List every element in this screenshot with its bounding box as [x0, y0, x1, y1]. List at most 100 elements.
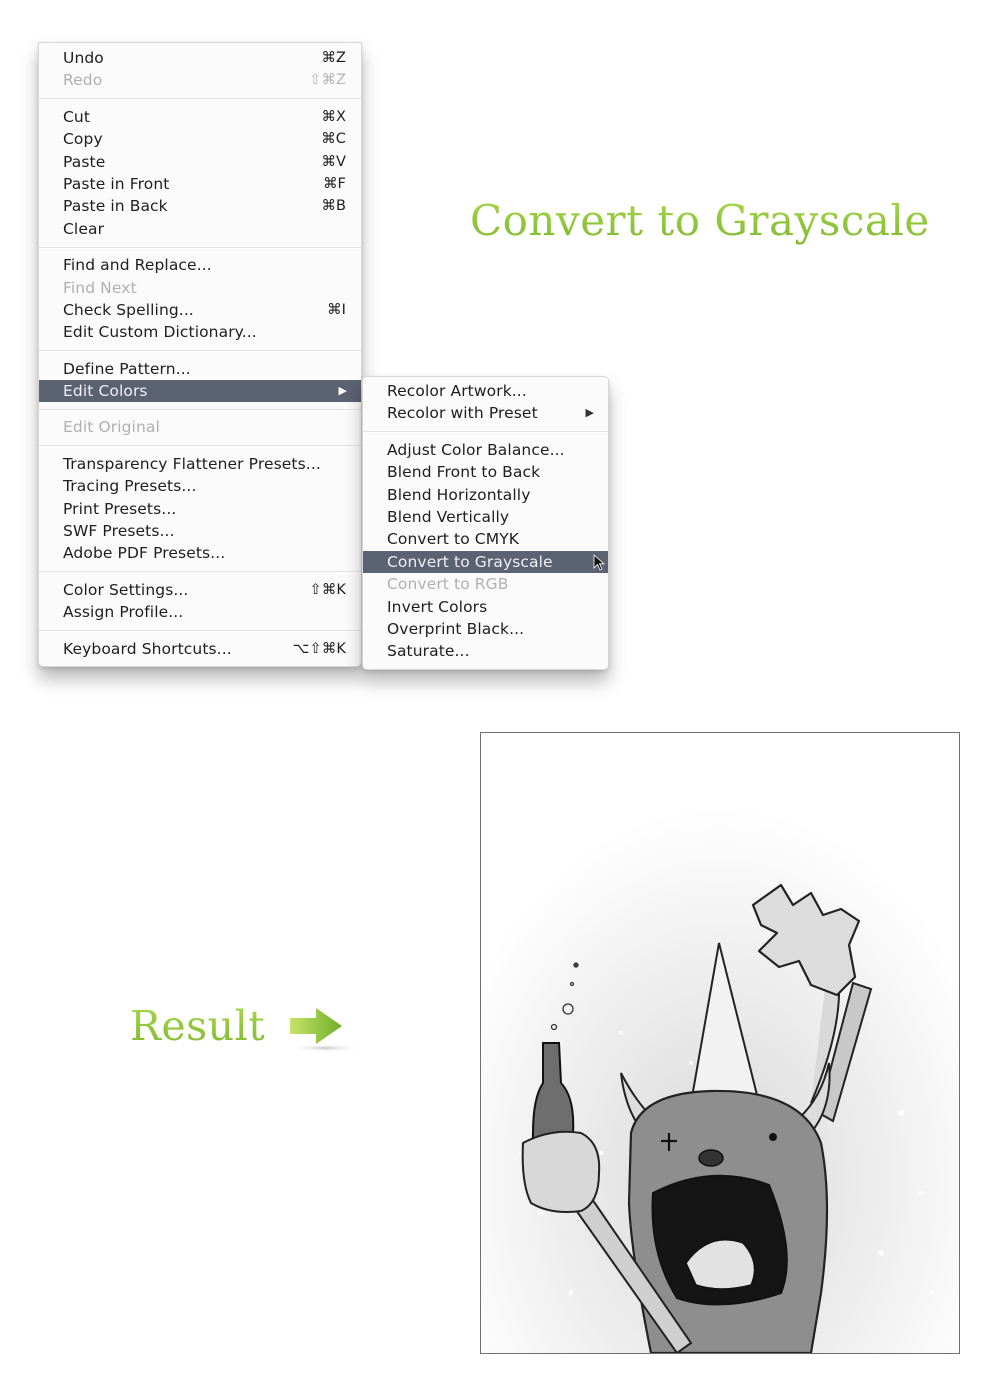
- menu-item-label: Color Settings...: [63, 580, 189, 599]
- menu-item-recolor-artwork[interactable]: Recolor Artwork...: [363, 380, 608, 402]
- menu-item-label: Paste in Front: [63, 174, 170, 193]
- menu-item-label: Check Spelling...: [63, 300, 194, 319]
- right-arrow-icon: [288, 1008, 364, 1052]
- menu-item-undo[interactable]: Undo ⌘Z: [39, 47, 361, 69]
- shortcut-label: ⌘V: [321, 153, 346, 170]
- menu-item-color-settings[interactable]: Color Settings... ⇧⌘K: [39, 579, 361, 601]
- menu-item-label: Convert to Grayscale: [387, 552, 553, 571]
- menu-separator: [39, 350, 361, 352]
- menu-item-define-pattern[interactable]: Define Pattern...: [39, 358, 361, 380]
- menu-item-label: Blend Horizontally: [387, 485, 531, 504]
- menu-item-convert-to-cmyk[interactable]: Convert to CMYK: [363, 528, 608, 550]
- submenu-arrow-icon: ▶: [585, 406, 594, 420]
- menu-item-label: Convert to CMYK: [387, 530, 520, 549]
- menu-item-label: Redo: [63, 71, 103, 90]
- shortcut-label: ⌘B: [321, 198, 346, 215]
- menu-item-label: Tracing Presets...: [63, 477, 197, 496]
- menu-item-label: Undo: [63, 49, 104, 67]
- menu-item-saturate[interactable]: Saturate...: [363, 640, 608, 662]
- menu-item-transparency-flattener-presets[interactable]: Transparency Flattener Presets...: [39, 453, 361, 475]
- menu-item-clear[interactable]: Clear: [39, 218, 361, 240]
- menu-item-label: Adobe PDF Presets...: [63, 544, 226, 563]
- shortcut-label: ⌘F: [322, 175, 346, 192]
- edit-menu: Undo ⌘Z Redo ⇧⌘Z Cut ⌘X Copy ⌘C Paste ⌘V Paste in …: [38, 42, 362, 667]
- mouse-pointer-icon: [593, 553, 606, 571]
- menu-item-tracing-presets[interactable]: Tracing Presets...: [39, 475, 361, 497]
- shortcut-label: ⇧⌘K: [309, 581, 346, 598]
- menu-item-label: Find Next: [63, 278, 137, 297]
- menu-item-label: Adjust Color Balance...: [387, 440, 565, 459]
- menu-item-copy[interactable]: Copy ⌘C: [39, 128, 361, 150]
- shortcut-label: ⌘I: [327, 301, 346, 318]
- callout-title: Convert to Grayscale: [470, 196, 930, 245]
- menu-item-label: Keyboard Shortcuts...: [63, 639, 232, 658]
- shortcut-label: ⌘X: [321, 108, 346, 125]
- menu-item-edit-colors[interactable]: Edit Colors ▶: [39, 380, 361, 403]
- nose: [698, 1149, 724, 1167]
- edit-colors-submenu: Recolor Artwork... Recolor with Preset ▶ Ad…: [362, 376, 609, 670]
- menu-item-label: Overprint Black...: [387, 619, 525, 638]
- menu-item-label: Blend Vertically: [387, 507, 510, 526]
- menu-item-convert-to-rgb: Convert to RGB: [363, 573, 608, 595]
- bottle-hand: [521, 1130, 601, 1213]
- menu-item-label: Assign Profile...: [63, 603, 184, 622]
- menu-item-label: Clear: [63, 219, 105, 238]
- menu-item-label: Saturate...: [387, 642, 470, 661]
- menu-separator: [39, 445, 361, 447]
- menu-item-paste-in-front[interactable]: Paste in Front ⌘F: [39, 173, 361, 195]
- menu-separator: [363, 431, 608, 433]
- menu-item-overprint-black[interactable]: Overprint Black...: [363, 618, 608, 640]
- menu-item-paste-in-back[interactable]: Paste in Back ⌘B: [39, 195, 361, 217]
- menu-item-label: Edit Original: [63, 418, 160, 437]
- menu-item-label: Blend Front to Back: [387, 463, 541, 482]
- menu-item-check-spelling[interactable]: Check Spelling... ⌘I: [39, 299, 361, 321]
- menu-item-label: Copy: [63, 130, 103, 149]
- menu-separator: [39, 630, 361, 632]
- menu-item-label: Print Presets...: [63, 499, 177, 518]
- menu-item-label: SWF Presets...: [63, 522, 175, 541]
- menu-item-label: Recolor with Preset: [387, 404, 538, 423]
- menu-item-label: Invert Colors: [387, 597, 488, 616]
- shortcut-label: ⌥⇧⌘K: [292, 640, 346, 657]
- menu-item-blend-vertically[interactable]: Blend Vertically: [363, 506, 608, 528]
- shortcut-label: ⌘C: [321, 131, 346, 148]
- menu-item-blend-horizontally[interactable]: Blend Horizontally: [363, 484, 608, 506]
- menu-item-label: Cut: [63, 107, 91, 126]
- shortcut-label: ⇧⌘Z: [309, 72, 346, 89]
- monster-illustration: [481, 733, 959, 1353]
- menu-item-label: Edit Custom Dictionary...: [63, 323, 257, 342]
- menu-item-redo: Redo ⇧⌘Z: [39, 69, 361, 91]
- menu-item-find-and-replace[interactable]: Find and Replace...: [39, 254, 361, 276]
- menu-item-edit-custom-dictionary[interactable]: Edit Custom Dictionary...: [39, 321, 361, 343]
- submenu-arrow-icon: ▶: [338, 384, 347, 398]
- menu-item-recolor-with-preset[interactable]: Recolor with Preset ▶: [363, 402, 608, 424]
- menu-item-convert-to-grayscale[interactable]: Convert to Grayscale: [363, 550, 608, 574]
- menu-separator: [39, 246, 361, 248]
- menu-item-print-presets[interactable]: Print Presets...: [39, 498, 361, 520]
- result-label: Result: [130, 1002, 266, 1050]
- menu-item-label: Find and Replace...: [63, 256, 212, 275]
- menu-item-label: Edit Colors: [63, 382, 148, 401]
- menu-item-keyboard-shortcuts[interactable]: Keyboard Shortcuts... ⌥⇧⌘K: [39, 638, 361, 660]
- menu-separator: [39, 571, 361, 573]
- menu-separator: [39, 98, 361, 100]
- menu-item-find-next: Find Next: [39, 277, 361, 299]
- grayscale-artwork: [480, 732, 960, 1354]
- eye: [769, 1133, 777, 1141]
- menu-item-label: Define Pattern...: [63, 359, 191, 378]
- menu-item-label: Recolor Artwork...: [387, 382, 527, 400]
- menu-item-edit-original: Edit Original: [39, 416, 361, 438]
- menu-item-cut[interactable]: Cut ⌘X: [39, 106, 361, 128]
- menu-item-invert-colors[interactable]: Invert Colors: [363, 596, 608, 618]
- menu-item-adobe-pdf-presets[interactable]: Adobe PDF Presets...: [39, 542, 361, 564]
- menu-item-swf-presets[interactable]: SWF Presets...: [39, 520, 361, 542]
- shortcut-label: ⌘Z: [321, 50, 346, 66]
- menu-item-label: Transparency Flattener Presets...: [63, 454, 321, 473]
- menu-item-label: Convert to RGB: [387, 575, 509, 594]
- menu-item-blend-front-to-back[interactable]: Blend Front to Back: [363, 461, 608, 483]
- menu-item-label: Paste in Back: [63, 197, 168, 216]
- menu-item-paste[interactable]: Paste ⌘V: [39, 151, 361, 173]
- menu-item-label: Paste: [63, 152, 106, 171]
- menu-item-assign-profile[interactable]: Assign Profile...: [39, 601, 361, 623]
- menu-item-adjust-color-balance[interactable]: Adjust Color Balance...: [363, 439, 608, 461]
